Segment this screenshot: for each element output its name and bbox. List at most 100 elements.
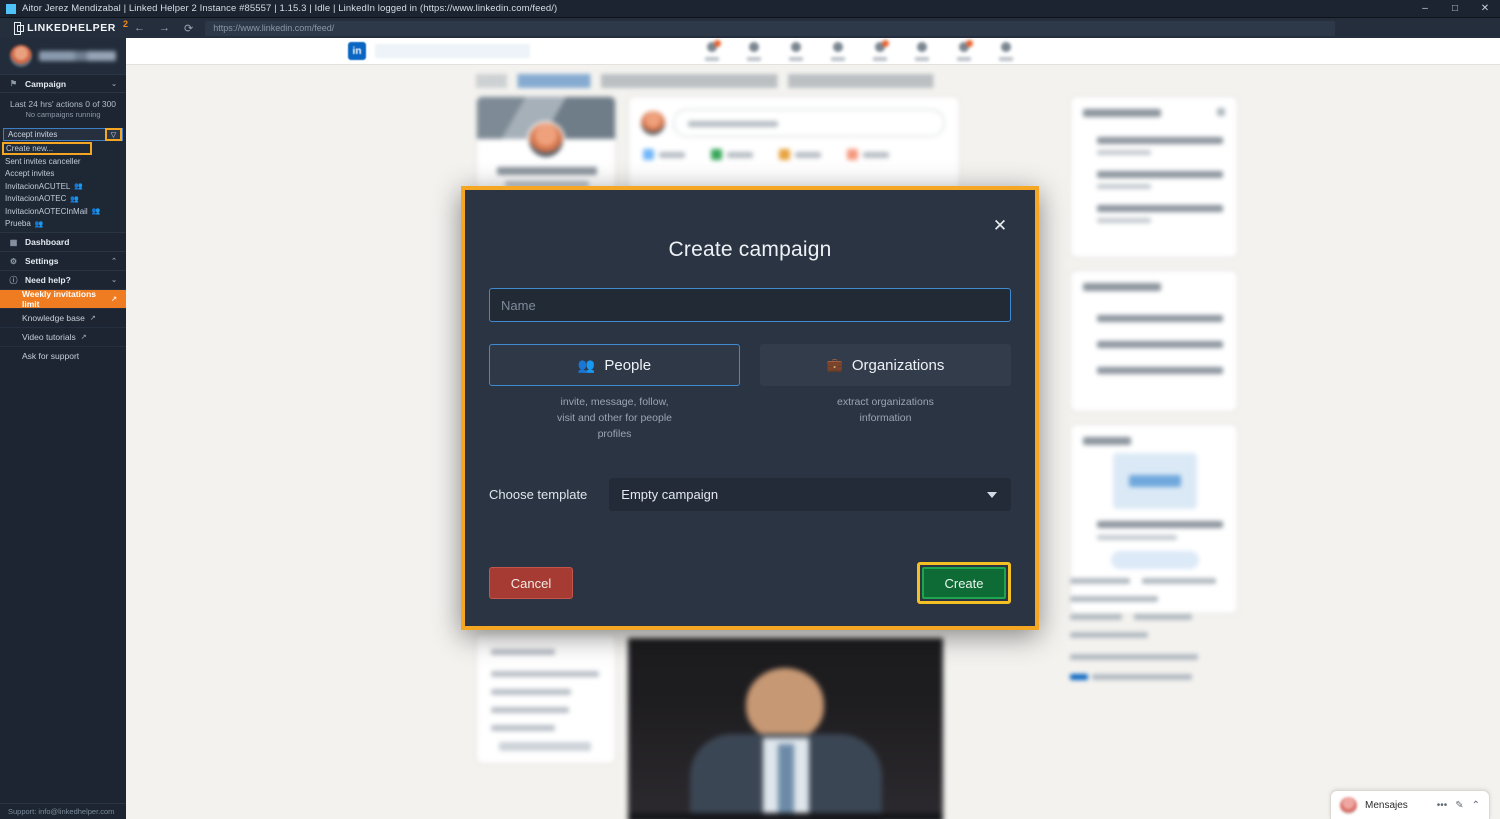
external-link-icon: ↗ (111, 296, 117, 304)
sidebar-item-knowledge-base[interactable]: Knowledge base ↗ (0, 308, 126, 327)
template-select[interactable]: Empty campaign (609, 478, 1011, 512)
campaign-select[interactable]: Accept invites ▽ (3, 128, 123, 142)
people-icon: 👥 (70, 195, 80, 203)
news-item-title[interactable] (1097, 137, 1223, 144)
suggestion-row[interactable] (1097, 341, 1223, 348)
suggestion-row[interactable] (1097, 315, 1223, 322)
sidebar-item-settings-label: Settings (25, 256, 59, 267)
minimize-button[interactable]: – (1410, 0, 1440, 18)
people-type-label: People (604, 356, 652, 374)
campaign-item-sent-invites-canceller[interactable]: Sent invites canceller (0, 155, 126, 168)
briefcase-icon: 💼 (826, 357, 843, 372)
running-status: No campaigns running (25, 110, 101, 120)
chevron-up-icon: ⌃ (111, 258, 117, 266)
sidebar-item-ask-for-support-label: Ask for support (22, 351, 80, 362)
campaign-item-invitacionacutel[interactable]: InvitacionACUTEL 👥 (0, 180, 126, 193)
composer-avatar (641, 111, 665, 135)
campaign-item-label: InvitacionAOTEC (5, 194, 67, 204)
avatar (10, 45, 32, 67)
gear-icon: ⚙ (9, 256, 18, 266)
compose-message-icon[interactable]: ✎ (1455, 800, 1463, 811)
create-campaign-dialog: ✕ Create campaign 👥 People invite, messa… (461, 186, 1039, 630)
sidebar-item-video-tutorials[interactable]: Video tutorials ↗ (0, 327, 126, 346)
campaign-select-value: Accept invites (8, 130, 58, 140)
network-icon[interactable] (747, 41, 761, 61)
sidebar-item-video-tutorials-label: Video tutorials (22, 332, 76, 343)
logo-mark-icon (14, 21, 25, 35)
reload-icon[interactable]: ⟳ (184, 22, 193, 35)
campaign-name-input[interactable] (489, 288, 1011, 322)
url-bar[interactable]: https://www.linkedin.com/feed/ (205, 20, 1336, 36)
sidebar: ⚑ Campaign ⌄ Last 24 hrs' actions 0 of 3… (0, 38, 126, 819)
premium-icon[interactable] (999, 41, 1013, 61)
linkedin-search-input[interactable] (375, 44, 530, 58)
campaign-item-prueba[interactable]: Prueba 👥 (0, 218, 126, 231)
suggestion-row[interactable] (1097, 367, 1223, 374)
campaign-item-label: Create new... (6, 144, 54, 154)
news-card-info-icon[interactable] (1217, 108, 1225, 116)
brand-version: 2 (122, 19, 128, 29)
campaign-item-label: Prueba (5, 219, 31, 229)
campaign-item-create-new[interactable]: Create new... (2, 142, 92, 156)
people-icon: 👥 (91, 208, 101, 216)
event-action[interactable] (779, 149, 821, 160)
sidebar-item-need-help[interactable]: ⓘ Need help? ⌄ (0, 270, 126, 289)
more-options-icon[interactable]: ••• (1437, 800, 1448, 811)
organizations-type-button[interactable]: 💼 Organizations (760, 344, 1011, 386)
composer-actions (643, 149, 889, 160)
people-icon: 👥 (577, 356, 596, 373)
news-item-title[interactable] (1097, 205, 1223, 212)
campaign-select-toggle[interactable]: ▽ (105, 128, 122, 142)
template-row: Choose template Empty campaign (489, 478, 1011, 512)
promo-button[interactable] (1111, 551, 1199, 569)
sidebar-item-campaign[interactable]: ⚑ Campaign ⌄ (0, 74, 126, 93)
close-window-button[interactable]: ✕ (1470, 0, 1500, 18)
organizations-type-label: Organizations (851, 356, 945, 374)
me-icon[interactable] (915, 41, 929, 61)
sidebar-item-ask-for-support[interactable]: Ask for support (0, 346, 126, 365)
start-post-input[interactable] (673, 109, 945, 137)
template-label: Choose template (489, 487, 588, 503)
promo-illustration (1113, 453, 1197, 509)
back-icon[interactable]: ← (134, 22, 145, 34)
notifications-icon[interactable] (873, 40, 889, 61)
work-icon[interactable] (957, 40, 973, 61)
news-item-meta (1097, 150, 1151, 155)
profile-name (39, 51, 116, 61)
forward-icon[interactable]: → (159, 22, 170, 34)
template-select-value: Empty campaign (621, 487, 719, 503)
external-link-icon: ↗ (80, 334, 87, 342)
home-icon[interactable] (705, 40, 721, 61)
maximize-button[interactable]: □ (1440, 0, 1470, 18)
cancel-button[interactable]: Cancel (489, 567, 573, 599)
suggestions-title (1083, 283, 1161, 291)
photo-action[interactable] (643, 149, 685, 160)
campaign-item-invitacionaotecinmail[interactable]: InvitacionAOTECInMail 👥 (0, 205, 126, 218)
promo-card (1070, 424, 1238, 614)
jobs-icon[interactable] (789, 41, 803, 61)
chevron-down-icon: ⌄ (111, 277, 117, 285)
window-titlebar: Aitor Jerez Mendizabal | Linked Helper 2… (0, 0, 1500, 18)
chevron-down-icon: ⌄ (111, 80, 117, 88)
sidebar-item-weekly-invitations-limit[interactable]: Weekly invitations limit ↗ (0, 289, 126, 310)
news-item-meta (1097, 218, 1151, 223)
profile-card-name (497, 167, 597, 175)
people-type-button[interactable]: 👥 People (489, 344, 740, 386)
sidebar-item-settings[interactable]: ⚙ Settings ⌃ (0, 251, 126, 270)
profile-header[interactable] (0, 38, 126, 74)
news-item-title[interactable] (1097, 171, 1223, 178)
campaign-item-accept-invites[interactable]: Accept invites (0, 168, 126, 181)
create-button[interactable]: Create (922, 567, 1006, 599)
messages-bar[interactable]: Mensajes ••• ✎ ⌃ (1330, 790, 1490, 819)
sidebar-item-weekly-invitations-limit-label: Weekly invitations limit (22, 289, 97, 310)
sidebar-item-dashboard[interactable]: ▦ Dashboard (0, 232, 126, 251)
collapse-icon[interactable]: ⌃ (1472, 800, 1480, 811)
campaign-item-invitacionaotec[interactable]: InvitacionAOTEC 👥 (0, 193, 126, 206)
close-icon[interactable]: ✕ (989, 214, 1011, 236)
messaging-icon[interactable] (831, 41, 845, 61)
messages-avatar (1340, 796, 1357, 814)
article-action[interactable] (847, 149, 889, 160)
actions-stats: Last 24 hrs' actions 0 of 300 No campaig… (0, 93, 126, 128)
video-action[interactable] (711, 149, 753, 160)
app-root: Aitor Jerez Mendizabal | Linked Helper 2… (0, 0, 1500, 819)
